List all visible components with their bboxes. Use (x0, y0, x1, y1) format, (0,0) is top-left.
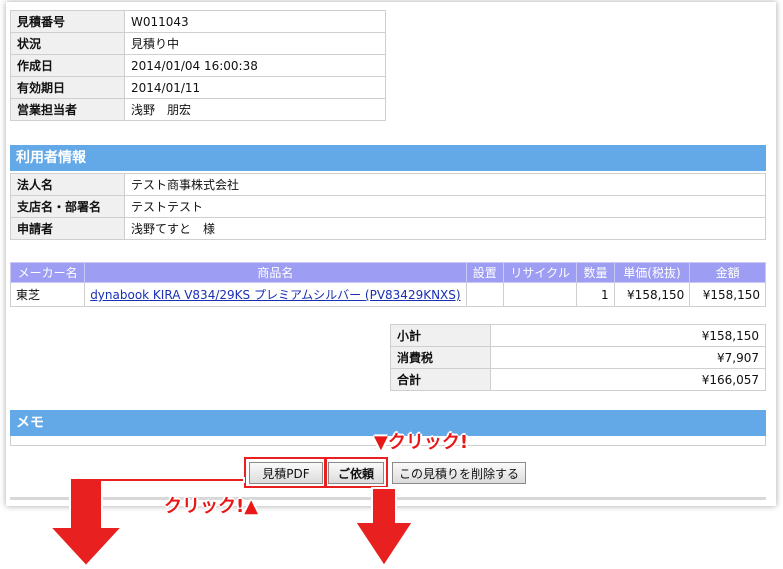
table-row: 東芝 dynabook KIRA V834/29KS プレミアムシルバー (PV… (9, 282, 766, 307)
estimate-key: 作成日 (10, 54, 125, 77)
maker-cell: 東芝 (9, 282, 86, 307)
tax-value: ¥7,907 (490, 346, 766, 369)
user-info-key: 法人名 (10, 173, 125, 196)
estimate-value: 浅野 朋宏 (124, 98, 386, 121)
click-annotation-top: ▼クリック! (374, 432, 469, 453)
pdf-highlight-box (244, 457, 326, 488)
total-label: 合計 (390, 368, 491, 391)
summary-row: 小計 ¥158,150 (390, 324, 766, 347)
col-amount: 金額 (689, 262, 766, 283)
user-info-value: テストテスト (124, 195, 766, 218)
subtotal-value: ¥158,150 (490, 324, 766, 347)
user-info-table: 法人名 テスト商事株式会社 支店名・部署名 テストテスト 申請者 浅野てすと 様 (10, 173, 766, 240)
user-info-row: 支店名・部署名 テストテスト (10, 195, 766, 218)
total-value: ¥166,057 (490, 368, 766, 391)
recycle-cell (502, 282, 578, 307)
user-info-value: テスト商事株式会社 (124, 173, 766, 196)
estimate-value: W011043 (124, 10, 386, 33)
estimate-key: 見積番号 (10, 10, 125, 33)
estimate-row: 有効期日 2014/01/11 (10, 76, 386, 99)
summary-row: 合計 ¥166,057 (390, 368, 766, 391)
col-unit-price: 単価(税抜) (613, 262, 691, 283)
user-info-header: 利用者情報 (10, 145, 766, 171)
product-link[interactable]: dynabook KIRA V834/29KS プレミアムシルバー (PV834… (90, 288, 460, 302)
product-name-cell: dynabook KIRA V834/29KS プレミアムシルバー (PV834… (84, 282, 467, 307)
install-cell (465, 282, 504, 307)
col-product-name: 商品名 (84, 262, 467, 283)
request-highlight-box (325, 457, 388, 488)
unit-price-cell: ¥158,150 (613, 282, 691, 307)
estimate-value: 見積り中 (124, 32, 386, 55)
col-qty: 数量 (576, 262, 615, 283)
estimate-row: 作成日 2014/01/04 16:00:38 (10, 54, 386, 77)
product-header-row: メーカー名 商品名 設置 リサイクル 数量 単価(税抜) 金額 (9, 262, 766, 283)
user-info-key: 支店名・部署名 (10, 195, 125, 218)
estimate-key: 有効期日 (10, 76, 125, 99)
user-info-value: 浅野てすと 様 (124, 217, 766, 240)
summary-table: 小計 ¥158,150 消費税 ¥7,907 合計 ¥166,057 (390, 324, 766, 391)
tax-label: 消費税 (390, 346, 491, 369)
estimate-value: 2014/01/04 16:00:38 (124, 54, 386, 77)
col-maker: メーカー名 (9, 262, 86, 283)
click-annotation-bottom: クリック!▲ (164, 496, 259, 517)
estimate-value: 2014/01/11 (124, 76, 386, 99)
estimate-key: 状況 (10, 32, 125, 55)
subtotal-label: 小計 (390, 324, 491, 347)
product-table: メーカー名 商品名 設置 リサイクル 数量 単価(税抜) 金額 東芝 dynab… (9, 262, 766, 307)
amount-cell: ¥158,150 (689, 282, 766, 307)
estimate-row: 営業担当者 浅野 朋宏 (10, 98, 386, 121)
col-recycle: リサイクル (502, 262, 578, 283)
estimate-row: 状況 見積り中 (10, 32, 386, 55)
delete-estimate-button[interactable]: この見積りを削除する (392, 462, 526, 484)
user-info-row: 法人名 テスト商事株式会社 (10, 173, 766, 196)
col-install: 設置 (465, 262, 504, 283)
footer-separator (10, 497, 766, 500)
estimate-row: 見積番号 W011043 (10, 10, 386, 33)
user-info-row: 申請者 浅野てすと 様 (10, 217, 766, 240)
estimate-info-table: 見積番号 W011043 状況 見積り中 作成日 2014/01/04 16:0… (10, 10, 386, 121)
summary-row: 消費税 ¥7,907 (390, 346, 766, 369)
estimate-key: 営業担当者 (10, 98, 125, 121)
qty-cell: 1 (576, 282, 615, 307)
user-info-key: 申請者 (10, 217, 125, 240)
